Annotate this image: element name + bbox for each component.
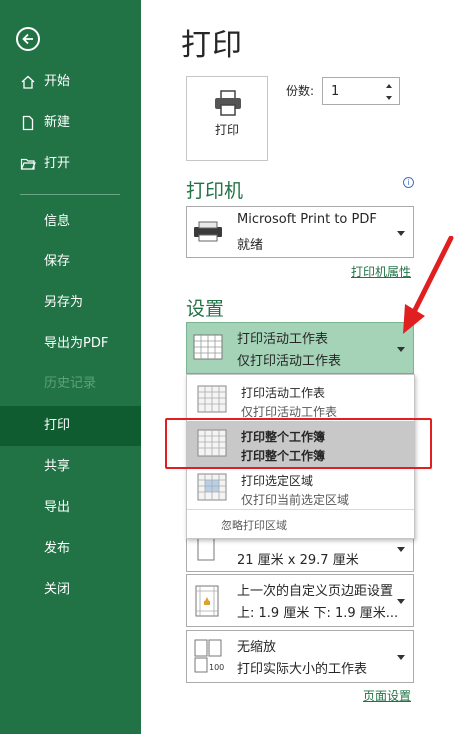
spin-up-icon[interactable] <box>385 83 393 89</box>
page-setup-link[interactable]: 页面设置 <box>363 687 411 704</box>
nav-save-label: 保存 <box>44 254 71 269</box>
printer-device-icon <box>194 221 222 242</box>
printer-name: Microsoft Print to PDF <box>237 212 377 227</box>
settings-heading: 设置 <box>186 298 225 320</box>
nav-print-label: 打印 <box>44 418 71 433</box>
chevron-down-icon <box>397 599 405 604</box>
nav-save[interactable]: 保存 <box>0 242 141 282</box>
nav-publish-label: 发布 <box>44 541 71 556</box>
nav-save-as[interactable]: 另存为 <box>0 283 141 323</box>
scaling-line1: 无缩放 <box>237 640 277 655</box>
nav-new[interactable]: 新建 <box>0 103 141 143</box>
printer-icon <box>215 90 241 116</box>
nav-info-label: 信息 <box>44 214 71 229</box>
nav-share-label: 共享 <box>44 459 71 474</box>
nav-share[interactable]: 共享 <box>0 447 141 487</box>
worksheet-icon <box>197 385 227 413</box>
nav-open-label: 打开 <box>44 156 71 171</box>
nav-export-pdf-label: 导出为PDF <box>44 336 109 351</box>
nav-close[interactable]: 关闭 <box>0 570 141 610</box>
margins-line1: 上一次的自定义页边距设置 <box>237 584 394 599</box>
worksheet-icon <box>193 334 223 360</box>
scaling-dropdown[interactable]: 100 无缩放 打印实际大小的工作表 <box>186 630 414 683</box>
print-button-label: 打印 <box>214 123 239 137</box>
nav-export-label: 导出 <box>44 500 71 515</box>
no-scaling-icon: 100 <box>194 639 224 673</box>
nav-history-label: 历史记录 <box>44 376 97 391</box>
printer-status: 就绪 <box>237 238 264 253</box>
back-arrow-icon[interactable] <box>16 27 40 51</box>
new-document-icon <box>22 115 34 131</box>
option-selection[interactable]: 打印选定区域 仅打印当前选定区域 <box>187 465 414 511</box>
info-icon[interactable]: i <box>403 177 414 188</box>
nav-info[interactable]: 信息 <box>0 202 141 242</box>
scaling-line2: 打印实际大小的工作表 <box>237 662 368 677</box>
nav-publish[interactable]: 发布 <box>0 529 141 569</box>
nav-home-label: 开始 <box>44 74 71 89</box>
nav-home[interactable]: 开始 <box>0 62 141 102</box>
spin-down-icon[interactable] <box>385 95 393 101</box>
margins-line2: 上: 1.9 厘米 下: 1.9 厘米... <box>237 606 399 621</box>
print-what-dropdown[interactable]: 打印活动工作表 仅打印活动工作表 <box>186 322 414 374</box>
print-button[interactable]: 打印 <box>186 76 268 161</box>
ignore-print-area-option[interactable]: 忽略打印区域 <box>221 517 287 533</box>
print-what-line1: 打印活动工作表 <box>237 332 329 347</box>
chevron-down-icon <box>397 655 405 660</box>
home-icon <box>21 75 35 89</box>
nav-open[interactable]: 打开 <box>0 144 141 184</box>
margins-icon <box>195 585 219 617</box>
nav-history: 历史记录 <box>0 364 141 404</box>
option-active-sheets-title: 打印活动工作表 <box>241 386 326 400</box>
page-title: 打印 <box>181 28 243 63</box>
nav-export[interactable]: 导出 <box>0 488 141 528</box>
backstage-sidebar: 开始 新建 打开 信息 保存 另存为 导出为PDF 历史记录 打印 共享 导出 … <box>0 0 141 734</box>
option-selection-desc: 仅打印当前选定区域 <box>241 493 350 507</box>
printer-dropdown[interactable]: Microsoft Print to PDF 就绪 <box>186 206 414 258</box>
chevron-down-icon <box>397 347 405 352</box>
margins-dropdown[interactable]: 上一次的自定义页边距设置 上: 1.9 厘米 下: 1.9 厘米... <box>186 574 414 627</box>
printer-heading: 打印机 <box>186 180 244 202</box>
sidebar-divider <box>20 194 120 195</box>
option-selection-title: 打印选定区域 <box>241 474 314 488</box>
highlight-box <box>165 418 432 469</box>
paper-size-value: 21 厘米 x 29.7 厘米 <box>237 553 359 568</box>
option-active-sheets[interactable]: 打印活动工作表 仅打印活动工作表 <box>187 377 414 423</box>
chevron-down-icon <box>397 547 405 552</box>
copies-label: 份数: <box>286 84 315 98</box>
nav-save-as-label: 另存为 <box>44 295 84 310</box>
copies-stepper[interactable]: 1 <box>322 77 400 105</box>
red-arrow-annotation <box>403 236 454 334</box>
nav-close-label: 关闭 <box>44 582 71 597</box>
nav-print[interactable]: 打印 <box>0 406 141 446</box>
nav-new-label: 新建 <box>44 115 71 130</box>
nav-export-pdf[interactable]: 导出为PDF <box>0 324 141 364</box>
open-folder-icon <box>20 158 36 170</box>
copies-value: 1 <box>331 84 340 99</box>
menu-separator <box>187 509 414 510</box>
selection-icon <box>197 473 227 501</box>
print-what-line2: 仅打印活动工作表 <box>237 354 342 369</box>
svg-text:100: 100 <box>209 663 224 672</box>
